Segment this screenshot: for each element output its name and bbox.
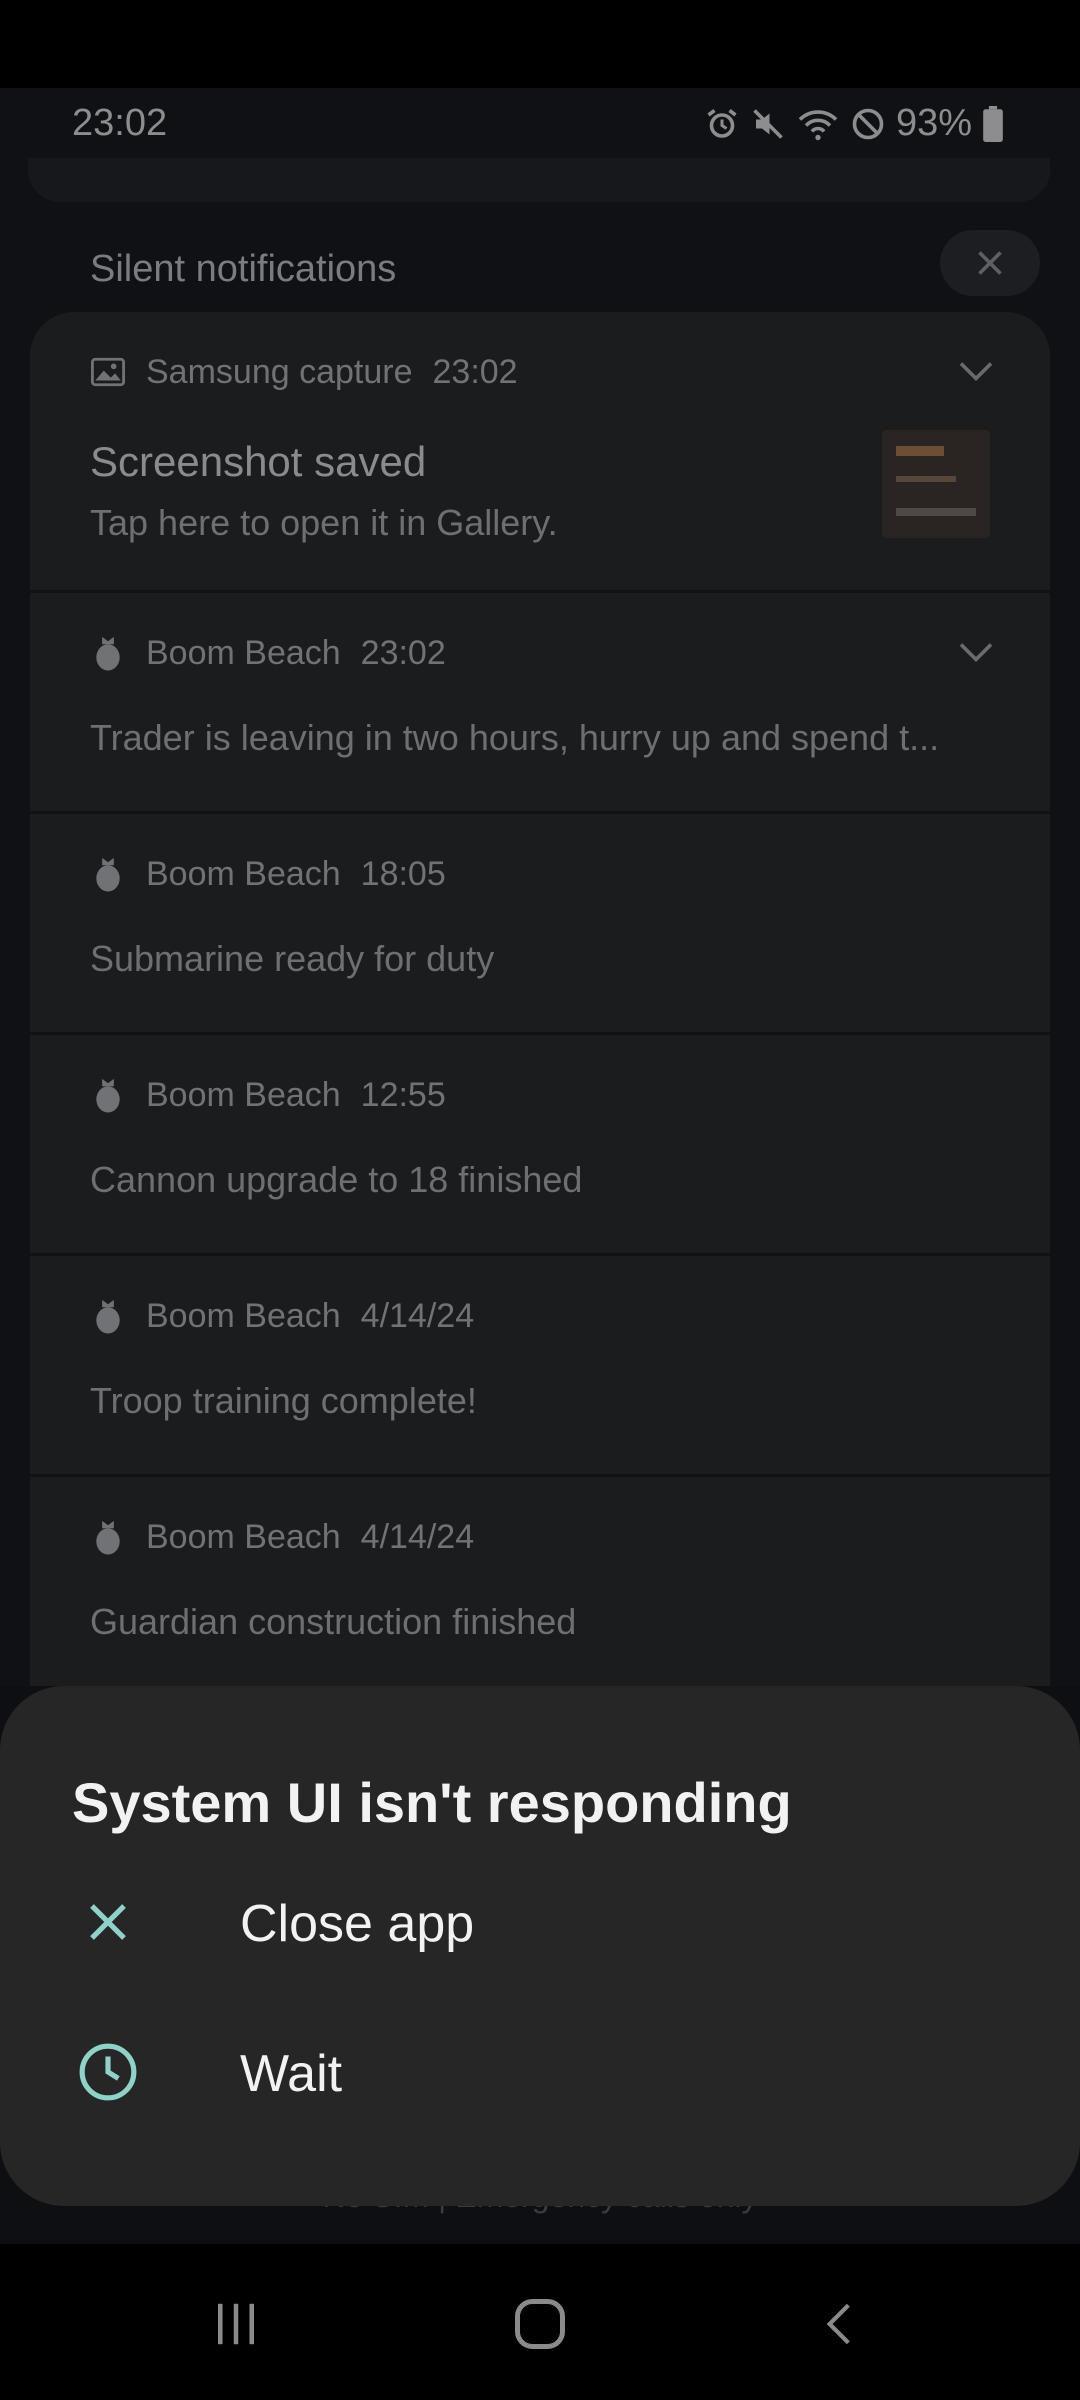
notification-time: 23:02 xyxy=(432,352,518,391)
previous-notification-card xyxy=(28,158,1050,202)
battery-icon xyxy=(982,105,1004,142)
notification-item[interactable]: Boom Beach 18:05 Submarine ready for dut… xyxy=(30,814,1050,1035)
notification-text: Submarine ready for duty xyxy=(90,938,495,979)
back-button[interactable] xyxy=(800,2294,880,2354)
clear-notifications-button[interactable] xyxy=(940,230,1040,296)
notification-item[interactable]: Boom Beach 4/14/24 Troop training comple… xyxy=(30,1256,1050,1477)
recents-icon xyxy=(218,2303,254,2345)
notification-item[interactable]: Boom Beach 23:02 Trader is leaving in tw… xyxy=(30,593,1050,814)
anr-dialog: System UI isn't responding Close app Wai… xyxy=(0,1686,1080,2206)
notification-text: Troop training complete! xyxy=(90,1380,477,1421)
back-icon xyxy=(826,2303,850,2345)
grenade-icon xyxy=(90,1075,126,1115)
status-bar: 23:02 93% xyxy=(0,88,1080,160)
recents-button[interactable] xyxy=(196,2294,276,2354)
status-time: 23:02 xyxy=(72,102,168,144)
notification-header: Boom Beach 4/14/24 xyxy=(90,1517,474,1557)
wait-option[interactable]: Wait xyxy=(0,2000,1080,2140)
notification-app-name: Boom Beach xyxy=(146,633,341,672)
do-not-disturb-icon xyxy=(850,106,886,142)
notification-app-name: Boom Beach xyxy=(146,1075,341,1114)
screenshot-thumbnail[interactable] xyxy=(882,430,990,538)
notification-item[interactable]: Samsung capture 23:02 Screenshot saved T… xyxy=(30,312,1050,593)
home-icon xyxy=(515,2299,565,2349)
screen: 23:02 93% Silent notifications Samsung c… xyxy=(0,0,1080,2400)
wifi-icon xyxy=(796,106,840,142)
grenade-icon xyxy=(90,1517,126,1557)
notification-time: 4/14/24 xyxy=(360,1517,475,1556)
notification-time: 12:55 xyxy=(360,1075,446,1114)
grenade-icon xyxy=(90,854,126,894)
clock-icon xyxy=(72,2036,144,2108)
notification-header: Boom Beach 12:55 xyxy=(90,1075,446,1115)
wait-label: Wait xyxy=(240,2045,343,2103)
notification-app-name: Boom Beach xyxy=(146,1296,341,1335)
notification-text: Trader is leaving in two hours, hurry up… xyxy=(90,717,940,758)
grenade-icon xyxy=(90,1296,126,1336)
notification-header: Boom Beach 23:02 xyxy=(90,633,446,673)
close-app-label: Close app xyxy=(240,1895,475,1953)
status-icons: 93% xyxy=(704,102,1004,145)
notification-header: Boom Beach 18:05 xyxy=(90,854,446,894)
section-title: Silent notifications xyxy=(90,248,397,290)
notification-text: Guardian construction finished xyxy=(90,1601,577,1642)
notification-item[interactable]: Boom Beach 4/14/24 Guardian construction… xyxy=(30,1477,1050,1712)
navigation-bar xyxy=(0,2244,1080,2400)
alarm-icon xyxy=(704,106,740,142)
image-icon xyxy=(90,352,126,392)
battery-percent: 93% xyxy=(895,102,972,144)
mute-icon xyxy=(750,106,786,142)
chevron-down-icon[interactable] xyxy=(958,641,994,668)
dialog-title: System UI isn't responding xyxy=(72,1771,792,1834)
notification-app-name: Samsung capture xyxy=(146,352,413,391)
notification-time: 18:05 xyxy=(360,854,446,893)
notification-header: Boom Beach 4/14/24 xyxy=(90,1296,474,1336)
notification-header: Samsung capture 23:02 xyxy=(90,352,518,392)
notification-text: Tap here to open it in Gallery. xyxy=(90,502,558,543)
close-icon xyxy=(978,251,1002,275)
top-bezel xyxy=(0,0,1080,88)
notification-title: Screenshot saved xyxy=(90,438,427,485)
close-icon xyxy=(72,1886,144,1958)
notification-app-name: Boom Beach xyxy=(146,854,341,893)
chevron-down-icon[interactable] xyxy=(958,360,994,387)
home-button[interactable] xyxy=(500,2294,580,2354)
notification-app-name: Boom Beach xyxy=(146,1517,341,1556)
notification-text: Cannon upgrade to 18 finished xyxy=(90,1159,583,1200)
notification-item[interactable]: Boom Beach 12:55 Cannon upgrade to 18 fi… xyxy=(30,1035,1050,1256)
notification-time: 4/14/24 xyxy=(360,1296,475,1335)
grenade-icon xyxy=(90,633,126,673)
notification-list: Samsung capture 23:02 Screenshot saved T… xyxy=(30,312,1050,1712)
notification-time: 23:02 xyxy=(360,633,446,672)
close-app-option[interactable]: Close app xyxy=(0,1850,1080,1990)
